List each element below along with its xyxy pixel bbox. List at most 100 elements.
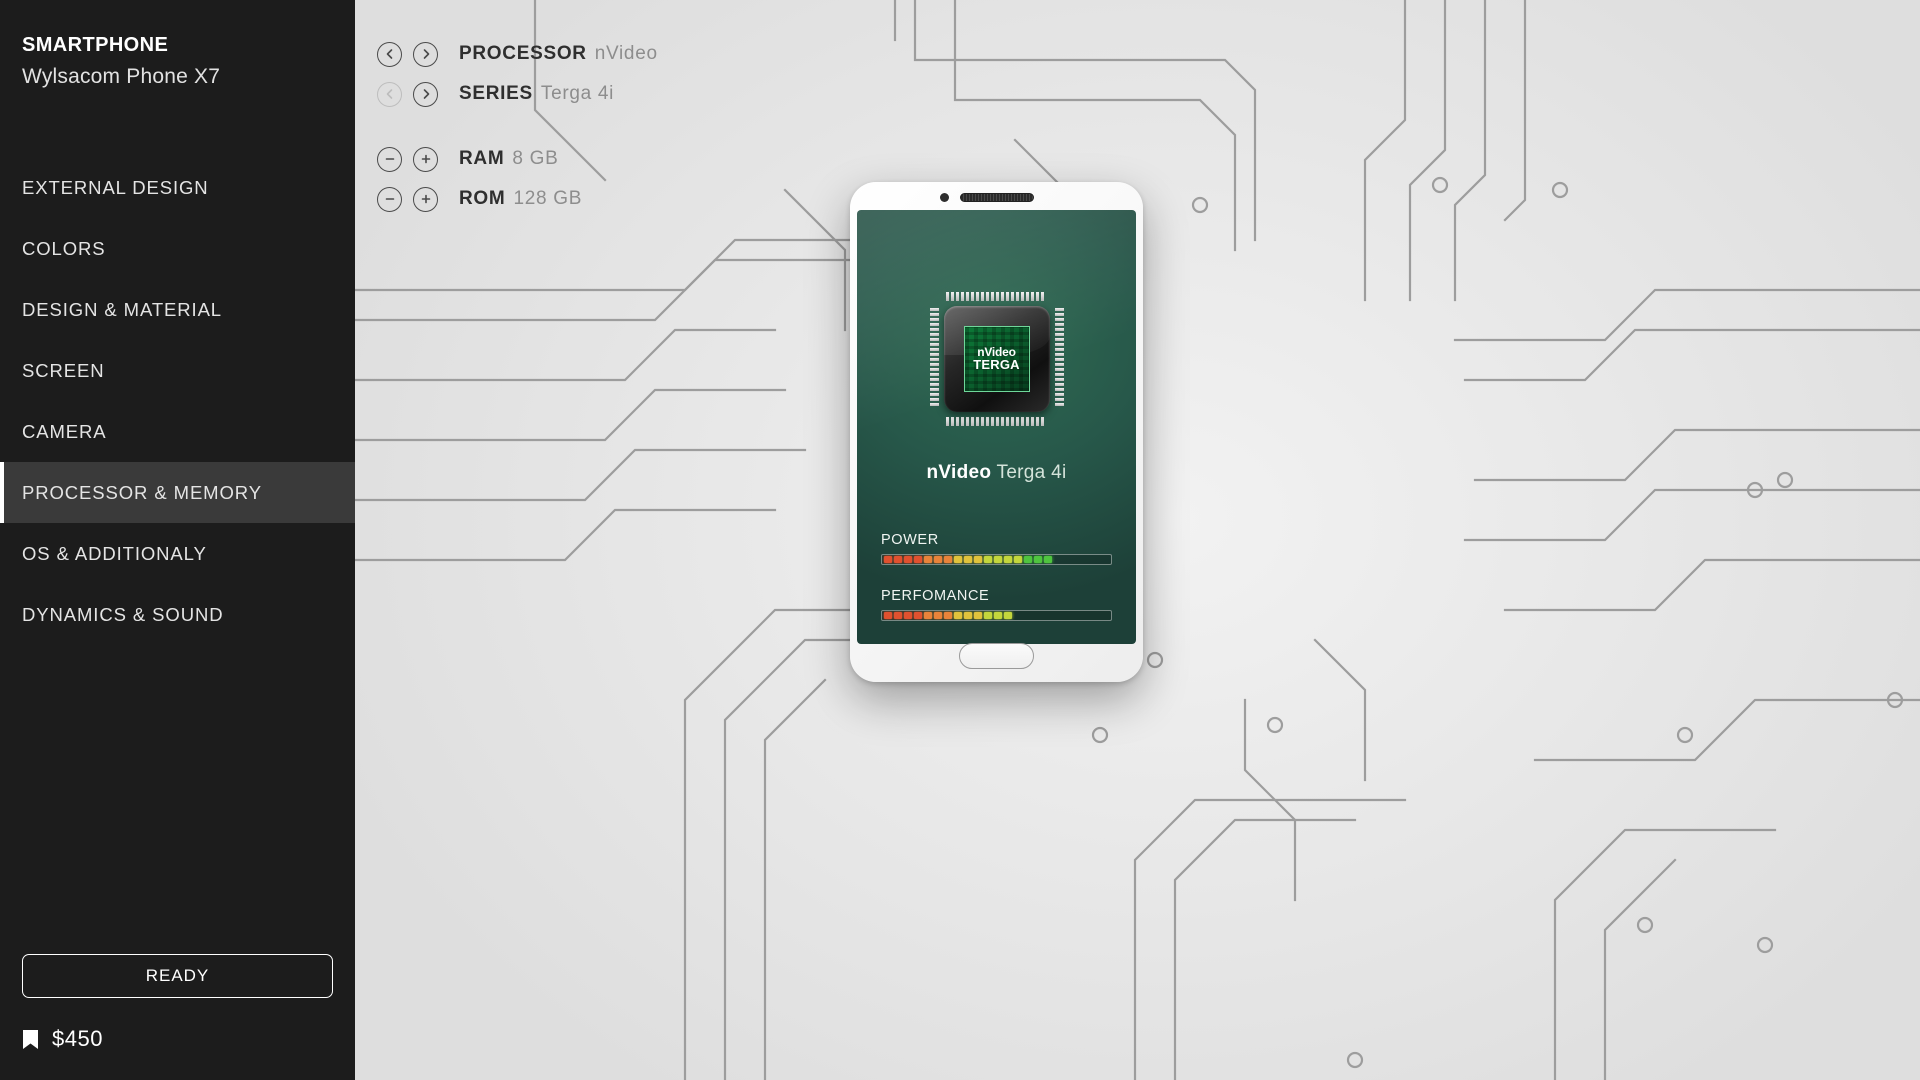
chip-pin — [965, 417, 969, 426]
chip-model-label: TERGA — [973, 357, 1020, 373]
meter-segment — [1004, 556, 1012, 563]
ram-label: RAM — [459, 148, 505, 169]
rom-label: ROM — [459, 188, 506, 209]
chip-pin — [929, 348, 939, 351]
ram-value: 8 GB — [512, 148, 559, 169]
chip-pin — [1054, 333, 1064, 336]
selector-row: SERIES Terga 4i — [377, 74, 658, 114]
chip-pin — [1054, 358, 1064, 361]
sidebar-item-label: COLORS — [22, 237, 106, 259]
chip-pin — [995, 292, 999, 301]
chip-pin — [929, 388, 939, 391]
performance-meter-track — [881, 610, 1112, 621]
sidebar-item-processor-memory[interactable]: PROCESSOR & MEMORY — [0, 462, 355, 523]
chip-pins-left — [929, 308, 939, 406]
chip-pin — [1010, 417, 1014, 426]
meter-segment — [904, 612, 912, 619]
chip-pin — [1005, 292, 1009, 301]
chip-pin — [1015, 292, 1019, 301]
screen-model-name: Terga 4i — [996, 462, 1067, 483]
chip-pin — [1000, 417, 1004, 426]
chip-pin — [975, 292, 979, 301]
home-button-icon[interactable] — [959, 643, 1034, 669]
meter-segment — [984, 612, 992, 619]
chip-pin — [990, 292, 994, 301]
decrease-ram-button[interactable] — [377, 146, 402, 172]
meter-segment — [914, 612, 922, 619]
chip-pin — [985, 417, 989, 426]
sidebar-item-label: DESIGN & MATERIAL — [22, 298, 222, 320]
meter-segment — [974, 556, 982, 563]
chip-pin — [1054, 398, 1064, 401]
chip-pin — [929, 353, 939, 356]
series-label: SERIES — [459, 83, 533, 104]
chip-pin — [1040, 417, 1044, 426]
sidebar-item-colors[interactable]: COLORS — [0, 218, 355, 279]
chip-pin — [929, 403, 939, 406]
chip-die: nVideo TERGA — [963, 326, 1030, 392]
prev-processor-button[interactable] — [377, 41, 402, 67]
chip-pin — [1054, 378, 1064, 381]
chip-pin — [970, 292, 974, 301]
meter-segment — [1004, 612, 1012, 619]
main-canvas: PROCESSOR nVideo SERIES Terga 4i RAM 8 GB ROM 1… — [355, 0, 1920, 1080]
chip-pin — [929, 368, 939, 371]
chip-pin — [960, 417, 964, 426]
chip-pin — [1054, 383, 1064, 386]
meter-segment — [1044, 556, 1052, 563]
chip-pin — [1054, 323, 1064, 326]
phone-screen: nVideo TERGA nVideo Terga 4i POWER PERFO… — [857, 210, 1136, 644]
chip-pin — [929, 383, 939, 386]
chip-pin — [929, 338, 939, 341]
chip-pin — [1054, 343, 1064, 346]
sidebar-item-camera[interactable]: CAMERA — [0, 401, 355, 462]
meter-segment — [954, 556, 962, 563]
sidebar-item-design-material[interactable]: DESIGN & MATERIAL — [0, 279, 355, 340]
chip-pin — [1054, 348, 1064, 351]
chip-pin — [929, 373, 939, 376]
chip-pin — [1054, 313, 1064, 316]
prev-series-button[interactable] — [377, 81, 402, 107]
sidebar-item-label: PROCESSOR & MEMORY — [22, 481, 262, 503]
chip-pin — [929, 378, 939, 381]
chip-pin — [945, 292, 949, 301]
meter-segment — [984, 556, 992, 563]
price-row: $450 — [22, 1026, 333, 1052]
meter-segment — [894, 612, 902, 619]
chip-pin — [960, 292, 964, 301]
chip-pin — [1054, 318, 1064, 321]
chip-pin — [929, 343, 939, 346]
chip-pin — [950, 292, 954, 301]
power-meter-label: POWER — [881, 532, 939, 548]
selector-row: PROCESSOR nVideo — [377, 34, 658, 74]
chip-pin — [975, 417, 979, 426]
sidebar-item-os-additionaly[interactable]: OS & ADDITIONALY — [0, 523, 355, 584]
sidebar-item-dynamics-sound[interactable]: DYNAMICS & SOUND — [0, 584, 355, 645]
chip-pin — [1054, 338, 1064, 341]
meter-segment — [904, 556, 912, 563]
chip-pins-right — [1054, 308, 1064, 406]
meter-segment — [944, 612, 952, 619]
increase-rom-button[interactable] — [413, 186, 438, 212]
chip-pin — [1015, 417, 1019, 426]
chip-pin — [995, 417, 999, 426]
chip-pin — [1054, 328, 1064, 331]
next-series-button[interactable] — [413, 81, 438, 107]
phone-mockup: nVideo TERGA nVideo Terga 4i POWER PERFO… — [850, 182, 1143, 682]
increase-ram-button[interactable] — [413, 146, 438, 172]
sidebar-item-label: CAMERA — [22, 420, 107, 442]
ready-button[interactable]: READY — [22, 954, 333, 998]
price-value: $450 — [52, 1026, 103, 1051]
chip-pin — [929, 323, 939, 326]
chip-pin — [1010, 292, 1014, 301]
sidebar-item-label: EXTERNAL DESIGN — [22, 176, 209, 198]
decrease-rom-button[interactable] — [377, 186, 402, 212]
chip-pin — [985, 292, 989, 301]
meter-segment — [1014, 556, 1022, 563]
meter-segment — [964, 612, 972, 619]
sidebar-item-external-design[interactable]: EXTERNAL DESIGN — [0, 157, 355, 218]
next-processor-button[interactable] — [413, 41, 438, 67]
sidebar-item-screen[interactable]: SCREEN — [0, 340, 355, 401]
sidebar-footer: READY $450 — [0, 954, 355, 1080]
stepper-row: RAM 8 GB — [377, 139, 658, 179]
